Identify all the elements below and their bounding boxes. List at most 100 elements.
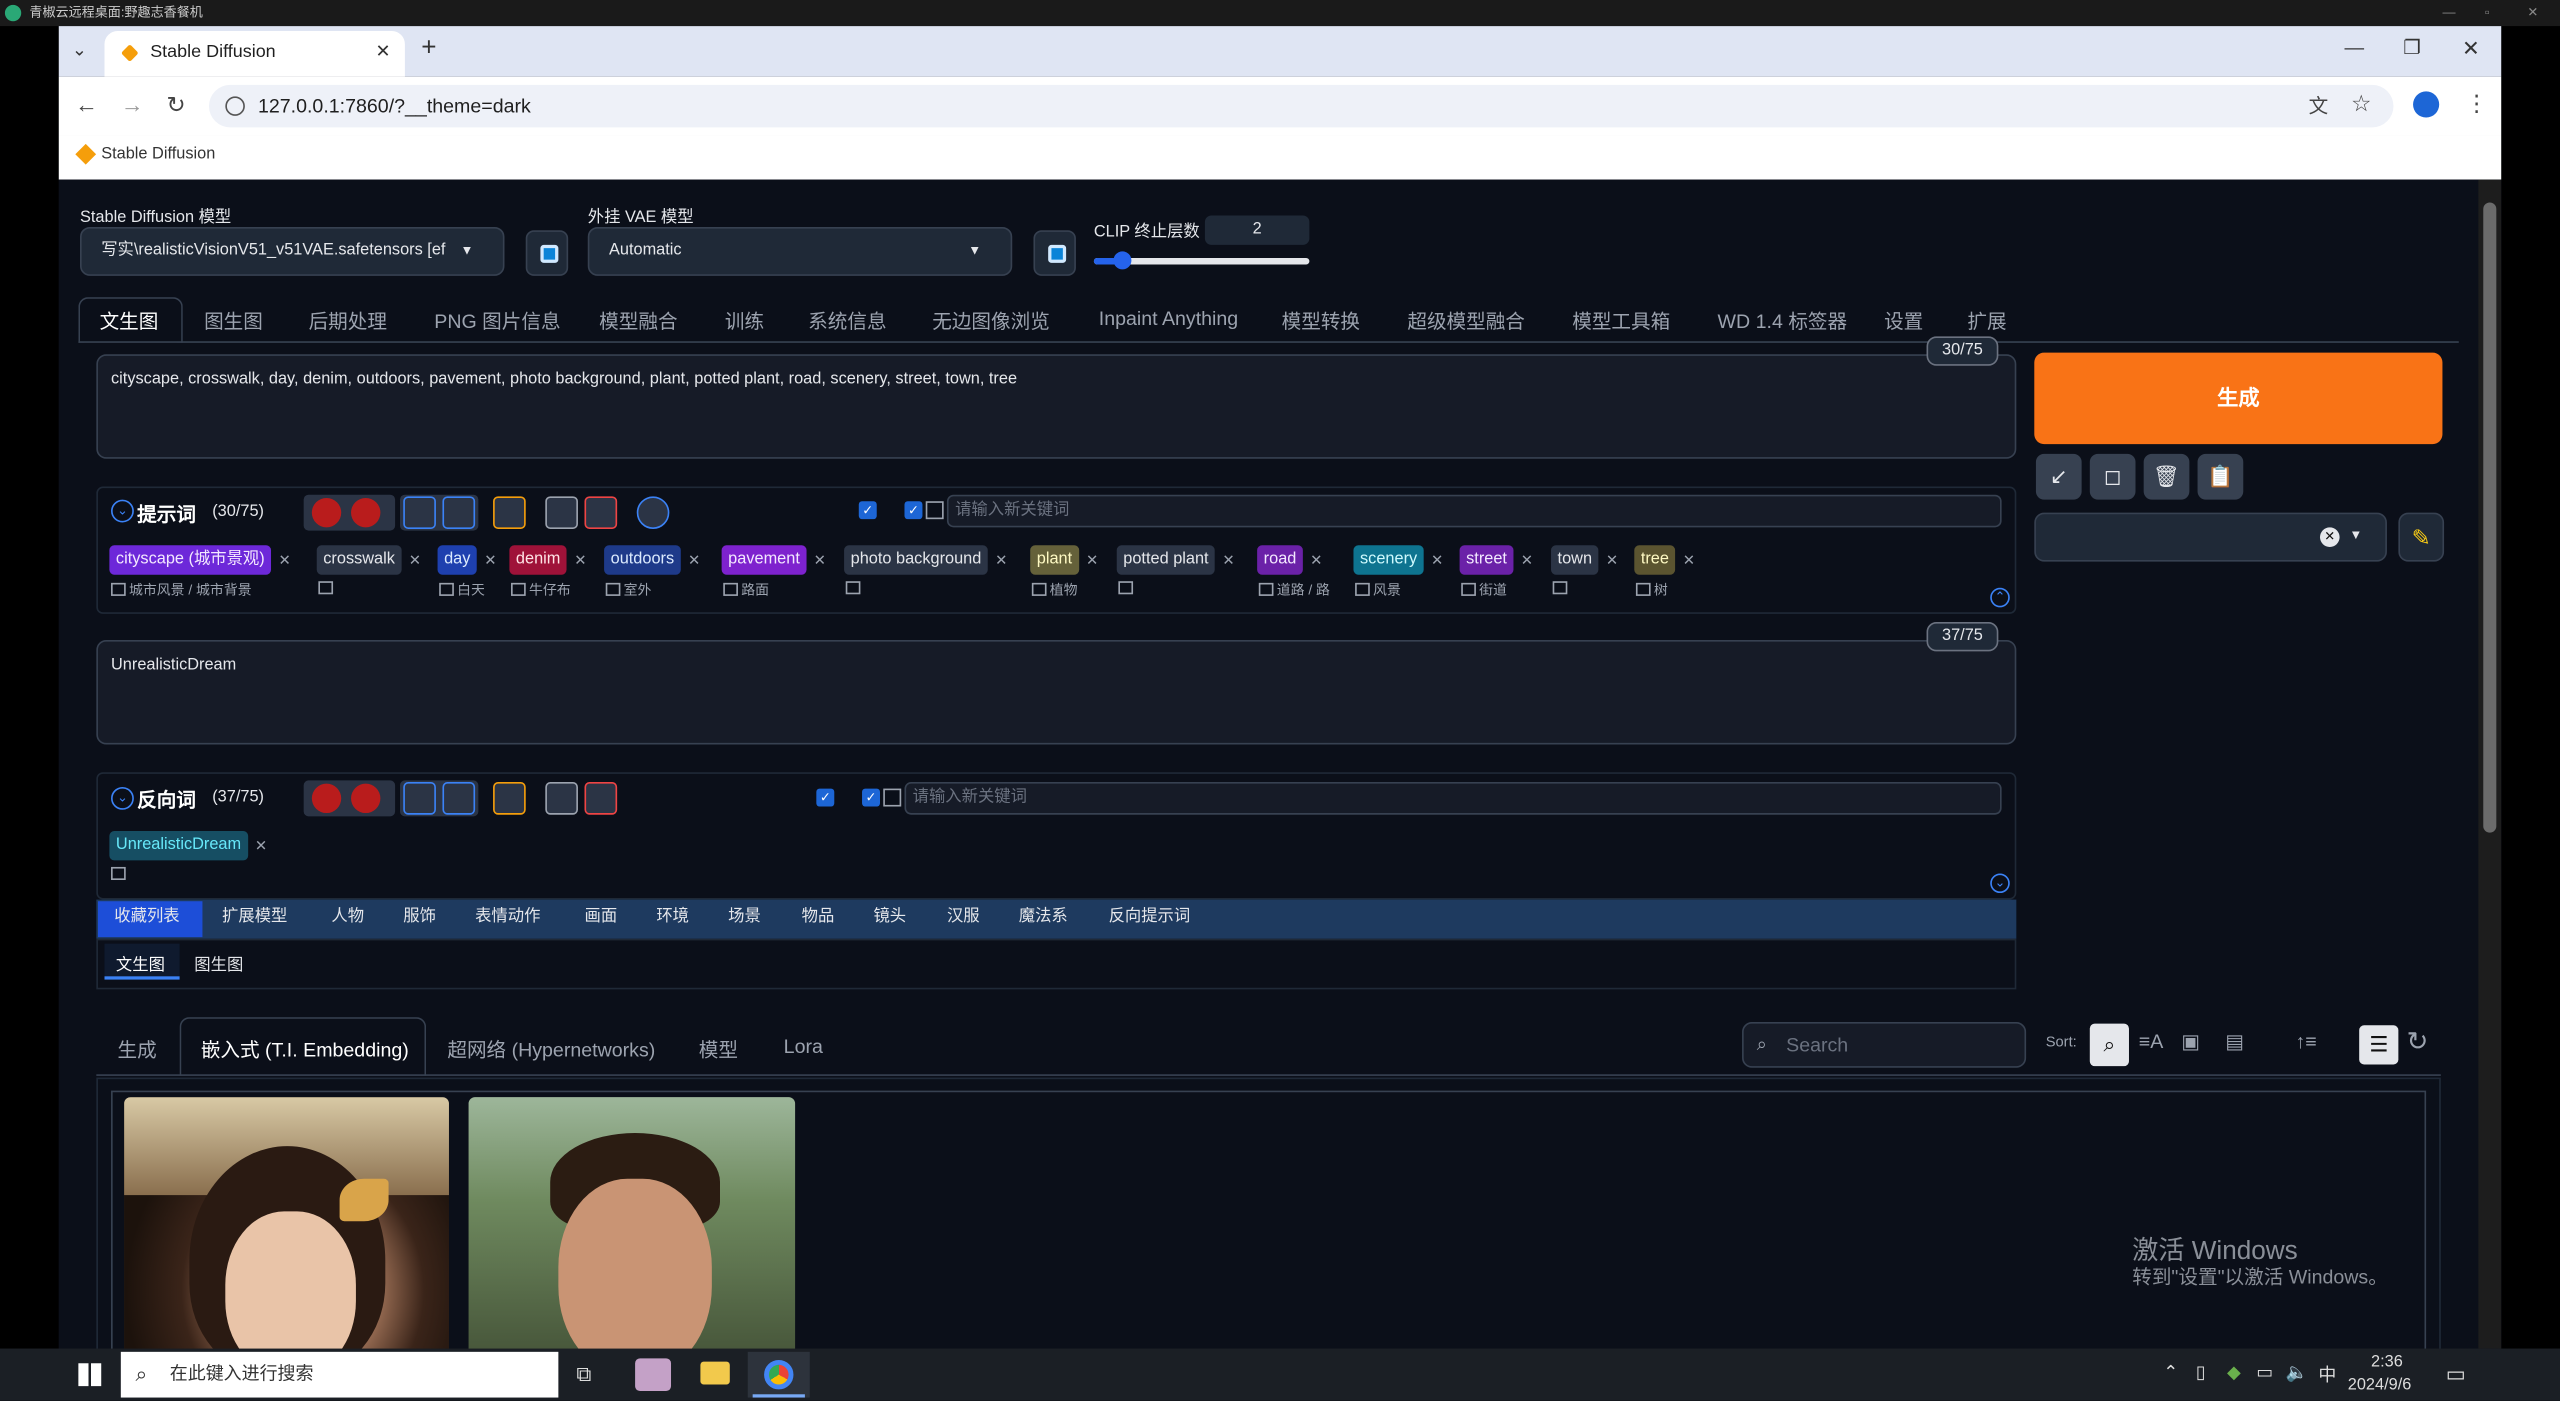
- sort-name-icon[interactable]: ≡A: [2139, 1030, 2164, 1053]
- remove-tag-icon[interactable]: ✕: [1310, 545, 1322, 574]
- negative-tag-translate-icon[interactable]: [111, 865, 129, 881]
- refresh-vae-button[interactable]: [1033, 230, 1076, 276]
- remote-minimize-button[interactable]: —: [2442, 0, 2455, 26]
- prompt-tag-translation[interactable]: 风景: [1355, 580, 1401, 600]
- favorite-icon[interactable]: [403, 496, 436, 529]
- generate-button[interactable]: 生成: [2034, 352, 2443, 445]
- prompt-tag-translation[interactable]: 牛仔布: [511, 580, 571, 600]
- sort-direction-icon[interactable]: ↑≡: [2296, 1030, 2317, 1053]
- tray-chevron-icon[interactable]: ⌃: [2163, 1362, 2178, 1383]
- category-tab[interactable]: 环境: [656, 906, 689, 929]
- category-tab[interactable]: 汉服: [947, 906, 980, 929]
- clock-time[interactable]: 2:36: [2354, 1353, 2419, 1371]
- prompt-tag[interactable]: photo background ✕: [844, 545, 1007, 575]
- clip-slider-thumb[interactable]: [1113, 251, 1132, 270]
- page-scrollbar-thumb[interactable]: [2483, 202, 2497, 833]
- prompt-tag[interactable]: cityscape (城市景观) ✕: [109, 545, 291, 575]
- prompt-tag[interactable]: tree ✕: [1634, 545, 1695, 575]
- nvidia-icon[interactable]: ◆: [2227, 1362, 2241, 1383]
- translate-globe-icon[interactable]: [636, 496, 670, 529]
- prompt-checkbox-3[interactable]: [925, 501, 944, 520]
- prompt-tag-translation[interactable]: 路面: [723, 580, 769, 600]
- prompt-textarea[interactable]: cityscape, crosswalk, day, denim, outdoo…: [96, 354, 2017, 459]
- ime-indicator[interactable]: 中: [2318, 1362, 2336, 1388]
- prompt-checkbox-1[interactable]: ✓: [858, 501, 877, 520]
- negative-prompt-textarea[interactable]: UnrealisticDream: [96, 640, 2017, 745]
- search-input[interactable]: ⌕ Search: [1742, 1022, 2027, 1068]
- bookmark-star-icon[interactable]: ☆: [2351, 90, 2372, 118]
- prompt-tag-translation[interactable]: [1118, 580, 1136, 596]
- reload-icon[interactable]: ↻: [167, 91, 186, 119]
- remove-tag-icon[interactable]: ✕: [814, 545, 826, 574]
- remove-tag-icon[interactable]: ✕: [409, 545, 421, 574]
- remove-tag-icon[interactable]: ✕: [1222, 545, 1234, 574]
- prompt-tag-translation[interactable]: [318, 580, 336, 596]
- prompt-tag-translation[interactable]: [1552, 580, 1571, 596]
- send-to-icon[interactable]: ↙: [2035, 453, 2082, 500]
- close-window-button[interactable]: ✕: [2462, 36, 2480, 62]
- negative-checkbox-1[interactable]: ✓: [816, 788, 835, 807]
- copy-icon[interactable]: [545, 496, 578, 529]
- network-icon[interactable]: ▭: [2256, 1362, 2273, 1383]
- random-icon[interactable]: [493, 496, 526, 529]
- embedding-card-2[interactable]: [468, 1097, 796, 1356]
- notification-icon[interactable]: ▭: [2446, 1362, 2466, 1388]
- tree-view-icon[interactable]: ☰: [2359, 1025, 2399, 1065]
- remove-tag-icon[interactable]: ✕: [995, 545, 1007, 574]
- weight-up-icon[interactable]: [351, 497, 381, 528]
- browser-tab[interactable]: Stable Diffusion ✕: [104, 31, 405, 77]
- remove-tag-icon[interactable]: ✕: [1606, 545, 1618, 574]
- translate-icon[interactable]: 文: [2309, 91, 2329, 119]
- prompt-tag[interactable]: day ✕: [437, 545, 497, 575]
- trash-icon[interactable]: [584, 782, 618, 815]
- back-icon[interactable]: ←: [75, 91, 98, 117]
- tab-extensions[interactable]: 扩展: [1967, 307, 2006, 340]
- remove-tag-icon[interactable]: ✕: [1521, 545, 1533, 574]
- sd-model-select[interactable]: 写实\realisticVisionV51_v51VAE.safetensors…: [80, 226, 505, 276]
- collapse-negative-icon[interactable]: ⌄: [111, 786, 134, 810]
- site-info-icon[interactable]: [225, 96, 245, 116]
- prompt-tag-translation[interactable]: 植物: [1031, 580, 1078, 600]
- stop-icon[interactable]: ◻: [2089, 453, 2136, 500]
- prompt-tag[interactable]: scenery ✕: [1353, 545, 1443, 575]
- subtab-txt2img[interactable]: 文生图: [116, 950, 165, 975]
- category-tab[interactable]: 魔法系: [1019, 906, 1068, 929]
- bookmark-icon[interactable]: [442, 782, 476, 815]
- menu-icon[interactable]: ⋮: [2465, 90, 2488, 118]
- minimize-button[interactable]: —: [2344, 36, 2364, 59]
- prompt-tag-translation[interactable]: 道路 / 路: [1258, 580, 1330, 600]
- bottom-tab-embedding[interactable]: 嵌入式 (T.I. Embedding): [201, 1035, 409, 1063]
- bottom-tab-lora[interactable]: Lora: [784, 1035, 823, 1058]
- bottom-tab-generate[interactable]: 生成: [118, 1035, 157, 1063]
- prompt-new-keyword-input[interactable]: 请输入新关键词: [946, 494, 2002, 528]
- tab-txt2img[interactable]: 文生图: [100, 307, 159, 340]
- taskbar-search[interactable]: ⌕ 在此键入进行搜索: [120, 1351, 559, 1398]
- remote-restore-button[interactable]: ▫: [2485, 0, 2490, 26]
- prompt-tag[interactable]: town ✕: [1551, 545, 1618, 575]
- negative-tag[interactable]: UnrealisticDream ✕: [109, 831, 267, 861]
- prompt-tag-translation[interactable]: [845, 580, 864, 596]
- category-tab[interactable]: 场景: [728, 906, 761, 929]
- copy-icon[interactable]: [545, 782, 578, 815]
- restore-button[interactable]: ❐: [2403, 36, 2421, 59]
- style-select[interactable]: ✕ ▼: [2034, 512, 2387, 562]
- refresh-icon[interactable]: ↻: [2407, 1025, 2429, 1058]
- vae-select[interactable]: Automatic ▼: [587, 226, 1013, 276]
- tab-settings[interactable]: 设置: [1884, 307, 1923, 340]
- prompt-tag[interactable]: potted plant ✕: [1116, 545, 1235, 575]
- bottom-tab-hypernetworks[interactable]: 超网络 (Hypernetworks): [447, 1035, 655, 1063]
- prompt-tag[interactable]: pavement ✕: [721, 545, 826, 575]
- category-tab[interactable]: 收藏列表: [114, 906, 179, 929]
- category-tab[interactable]: 表情动作: [475, 906, 540, 929]
- forward-icon[interactable]: →: [121, 91, 144, 117]
- profile-avatar-icon[interactable]: [2413, 91, 2440, 118]
- tab-inpaint-anything[interactable]: Inpaint Anything: [1099, 307, 1238, 340]
- expand-negative-tags-icon[interactable]: ⌄: [1990, 873, 2010, 894]
- prompt-checkbox-2[interactable]: ✓: [904, 501, 923, 520]
- tab-system-info[interactable]: 系统信息: [808, 307, 886, 340]
- close-tab-icon[interactable]: ✕: [376, 31, 391, 73]
- bottom-tab-models[interactable]: 模型: [699, 1035, 738, 1063]
- category-tab[interactable]: 镜头: [873, 906, 906, 929]
- remove-tag-icon[interactable]: ✕: [574, 545, 586, 574]
- favorite-icon[interactable]: [403, 782, 436, 815]
